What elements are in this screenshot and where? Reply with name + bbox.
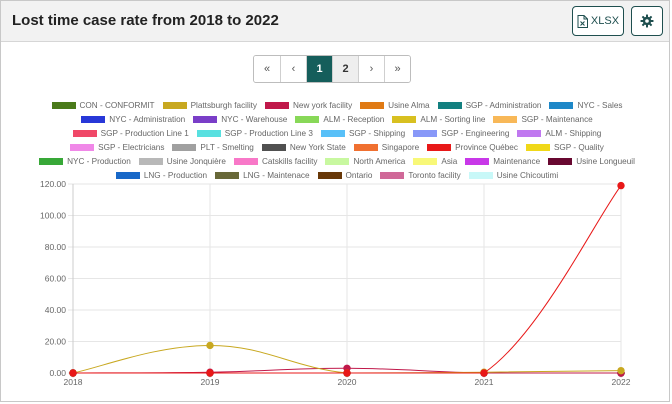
x-tick-label: 2021	[475, 377, 494, 387]
data-point	[206, 369, 214, 377]
y-tick-label: 20.00	[45, 337, 67, 347]
x-tick-label: 2022	[612, 377, 631, 387]
y-tick-label: 40.00	[45, 305, 67, 315]
x-tick-label: 2018	[64, 377, 83, 387]
data-point	[343, 369, 351, 377]
y-tick-label: 60.00	[45, 274, 67, 284]
y-tick-label: 80.00	[45, 242, 67, 252]
x-tick-label: 2020	[338, 377, 357, 387]
y-tick-label: 100.00	[40, 211, 66, 221]
x-tick-label: 2019	[201, 377, 220, 387]
line-chart: 0.0020.0040.0060.0080.00100.00120.002018…	[40, 179, 631, 387]
data-point	[617, 366, 625, 375]
y-tick-label: 120.00	[40, 179, 66, 189]
data-point	[206, 341, 214, 350]
data-point	[69, 369, 77, 377]
data-point	[617, 181, 625, 190]
data-point	[480, 369, 488, 377]
